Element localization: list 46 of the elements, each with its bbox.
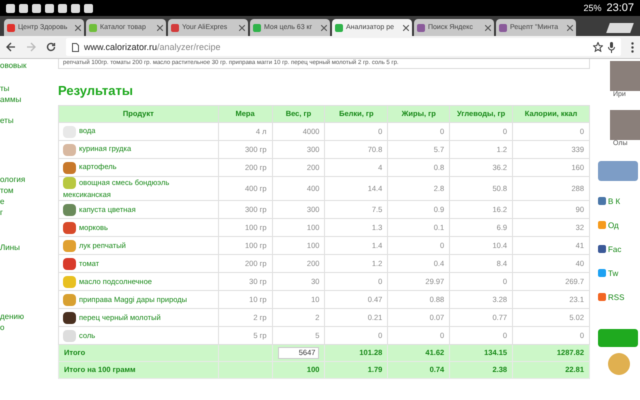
sidebar-link[interactable]: Лины	[0, 243, 55, 252]
food-photo	[63, 162, 76, 174]
section-heading: Результаты	[58, 83, 134, 99]
food-photo	[63, 144, 76, 156]
new-tab-button[interactable]	[606, 23, 634, 33]
close-icon[interactable]	[321, 24, 327, 30]
menu-icon[interactable]	[631, 42, 634, 52]
food-photo	[63, 258, 76, 270]
close-icon[interactable]	[567, 24, 573, 30]
page-icon	[72, 42, 79, 52]
microphone-icon[interactable]	[608, 42, 615, 52]
social-link[interactable]: Fac	[608, 244, 622, 254]
clock: 23:07	[606, 2, 634, 14]
battery-level: 25%	[583, 3, 602, 13]
social-link[interactable]: Tw	[608, 268, 618, 278]
close-icon[interactable]	[157, 24, 163, 30]
food-photo	[63, 177, 76, 190]
close-icon[interactable]	[485, 24, 491, 30]
sidebar-link[interactable]: ология	[0, 175, 55, 184]
sidebar-link[interactable]: о	[0, 323, 55, 332]
food-photo	[63, 222, 76, 234]
sidebar-link[interactable]: ововык	[0, 61, 55, 70]
close-icon[interactable]	[403, 24, 409, 30]
close-icon[interactable]	[239, 24, 245, 30]
address-field[interactable]: www.calorizator.ru/analyzer/recipe	[66, 38, 621, 56]
close-icon[interactable]	[75, 24, 81, 30]
social-link[interactable]: RSS	[608, 292, 624, 302]
sidebar-link[interactable]: е	[0, 197, 55, 206]
social-link[interactable]: Од	[608, 220, 619, 230]
food-photo	[63, 276, 76, 288]
sidebar-link[interactable]: г	[0, 208, 55, 217]
food-photo	[63, 294, 76, 306]
food-photo	[63, 204, 76, 216]
star-icon[interactable]	[593, 42, 603, 52]
food-photo	[63, 330, 76, 342]
social-link[interactable]: В К	[608, 196, 620, 206]
reload-icon[interactable]	[46, 42, 56, 52]
sidebar-link[interactable]: еты	[0, 116, 55, 125]
back-icon[interactable]	[6, 42, 16, 52]
food-photo	[63, 312, 76, 324]
sidebar-link[interactable]: ты	[0, 84, 55, 93]
sidebar-link[interactable]: дению	[0, 312, 55, 321]
sidebar-link[interactable]: том	[0, 186, 55, 195]
food-photo	[63, 240, 76, 252]
food-photo	[608, 353, 630, 375]
sidebar-link[interactable]: аммы	[0, 95, 55, 104]
